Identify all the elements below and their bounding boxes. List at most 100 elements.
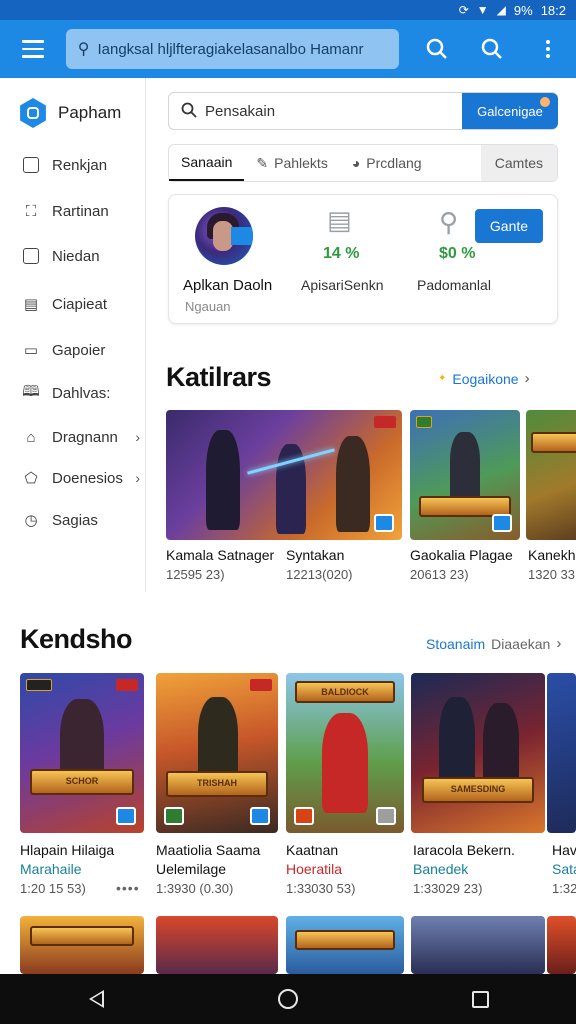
back-button[interactable] [66,979,126,1019]
sparkle-icon: ✦ [438,373,447,384]
game-developer: Hoeratila [286,861,343,877]
square-icon [22,247,40,265]
home-icon [278,989,298,1009]
game-thumbnail[interactable] [547,916,576,974]
game-thumbnail[interactable]: SCHOR [20,673,144,833]
game-thumbnail[interactable] [411,916,545,974]
brand[interactable]: Papham [18,98,121,128]
game-thumbnail[interactable] [286,916,404,974]
chevron-right-icon: › [524,370,530,387]
tab-camtes[interactable]: Camtes [480,145,557,181]
section1-see-all-link[interactable]: ✦ Eogaikone › [438,370,530,387]
wifi-icon: ▼ [476,3,489,17]
game-developer: Marahaile [20,861,82,877]
sidebar: Papham Renkjan ⛶ Rartinan Niedan ▤ Ciapi… [0,78,146,592]
tag-icon: ⚲ [439,207,459,237]
game-title: Maatiolia Saama [156,842,261,858]
book-icon: 🕮 [22,382,40,400]
game-title: Gaokalia Plagae [410,547,513,563]
home-button[interactable] [258,979,318,1019]
section2-see-all-link[interactable]: Stoanaim Diaaekan › [426,635,561,652]
sidebar-item-label: Ciapieat [52,295,108,313]
chevron-right-icon: › [135,470,140,486]
game-meta: 1:3930 (0.30) [156,881,234,896]
banner-text: SCHOR [65,776,99,787]
badge-icon [26,679,52,691]
app-badge-icon [116,807,136,825]
top-search-field[interactable]: ⚲ Iangksal hljlfteragiakelasanalbo Haman… [65,29,399,69]
tab-sanaain[interactable]: Sanaain [169,145,245,181]
see-all-label: Eogaikone [452,370,519,387]
more-options-icon[interactable]: •••• [116,880,140,896]
recents-icon [471,990,489,1008]
panel-search-button[interactable]: Galcenigae [462,93,558,129]
search-alt-button[interactable] [464,20,520,78]
game-thumbnail[interactable] [547,673,576,833]
menu-button[interactable] [0,20,66,78]
badge-icon [116,679,138,691]
sidebar-item-label: Doenesios [52,469,123,487]
sidebar-item-niedan[interactable]: Niedan [22,247,140,265]
overflow-menu-button[interactable] [520,20,576,78]
section-title-kendsho: Kendsho [20,624,133,654]
game-title: Iaracola Bekern. [413,842,515,858]
sidebar-item-sagias[interactable]: ◷ Sagias [22,511,140,530]
tab-bar: Sanaain ✎ Pahlekts ◕ Prcdlang Camtes [168,144,558,182]
game-thumbnail[interactable] [410,410,520,540]
sidebar-item-doenesios[interactable]: ⬠ Doenesios › [22,469,140,488]
game-button[interactable]: Gante [475,209,543,243]
game-title: Hav [552,842,576,858]
game-meta: 1:32 [552,881,576,896]
app-bar: ⚲ Iangksal hljlfteragiakelasanalbo Haman… [0,20,576,78]
sidebar-item-label: Dahlvas: [52,384,111,402]
stat-label-2: Padomanlal [417,277,491,293]
game-title: Syntakan [286,547,345,563]
section-title-katilrars: Katilrars [166,362,272,392]
app-badge-icon [374,514,394,532]
recents-button[interactable] [450,979,510,1019]
game-meta: 1320 33 [528,567,575,582]
square-icon [22,156,40,174]
badge-icon [250,679,272,691]
clock-icon: ◷ [24,512,38,529]
game-meta: 1:33029 23) [413,881,483,896]
stat-label-1: ApisariSenkn [301,277,384,293]
avatar[interactable] [195,207,253,265]
game-thumbnail[interactable] [156,916,278,974]
see-all-label: Stoanaim [426,635,486,652]
hamburger-icon [21,40,44,43]
game-thumbnail[interactable]: TRISHAH [156,673,278,833]
game-thumbnail[interactable] [166,410,402,540]
app-badge-icon [376,807,396,825]
game-thumbnail[interactable] [20,916,144,974]
search-icon [426,38,447,59]
game-thumbnail[interactable] [526,410,576,540]
image-icon: ⛶ [25,202,37,220]
sidebar-item-gapoier[interactable]: ▭ Gapoier [22,341,140,360]
sidebar-item-rartinan[interactable]: ⛶ Rartinan [22,202,140,220]
sidebar-item-ciapieat[interactable]: ▤ Ciapieat [22,295,140,314]
tab-label: Camtes [494,155,543,171]
sidebar-item-renkjan[interactable]: Renkjan [22,156,140,174]
user-subtitle: Ngauan [185,299,231,314]
game-thumbnail[interactable]: SAMESDING [411,673,545,833]
sidebar-item-label: Sagias [52,511,98,529]
panel-search-value: Pensakain [205,103,276,120]
sidebar-item-label: Renkjan [52,156,108,174]
game-meta: 1:20 15 53) [20,881,86,896]
banner-text: BALDIOCK [321,687,369,697]
tab-pahlekts[interactable]: ✎ Pahlekts [244,145,339,181]
search-button[interactable] [409,20,465,78]
sidebar-item-dahlvas[interactable]: 🕮 Dahlvas: [22,382,140,402]
system-nav-bar [0,974,576,1024]
game-developer: Banedek [413,861,469,877]
calendar-icon: ▤ [23,296,39,313]
document-icon: ▤ [327,205,352,235]
tab-prcdlang[interactable]: ◕ Prcdlang [340,145,434,181]
notification-dot [540,97,550,107]
search-icon: ⚲ [77,41,90,58]
stat-value-2: $0 % [439,245,476,262]
game-title: Kanekh [528,547,576,563]
sidebar-item-dragnann[interactable]: ⌂ Dragnann › [22,428,140,446]
game-thumbnail[interactable]: BALDIOCK [286,673,404,833]
